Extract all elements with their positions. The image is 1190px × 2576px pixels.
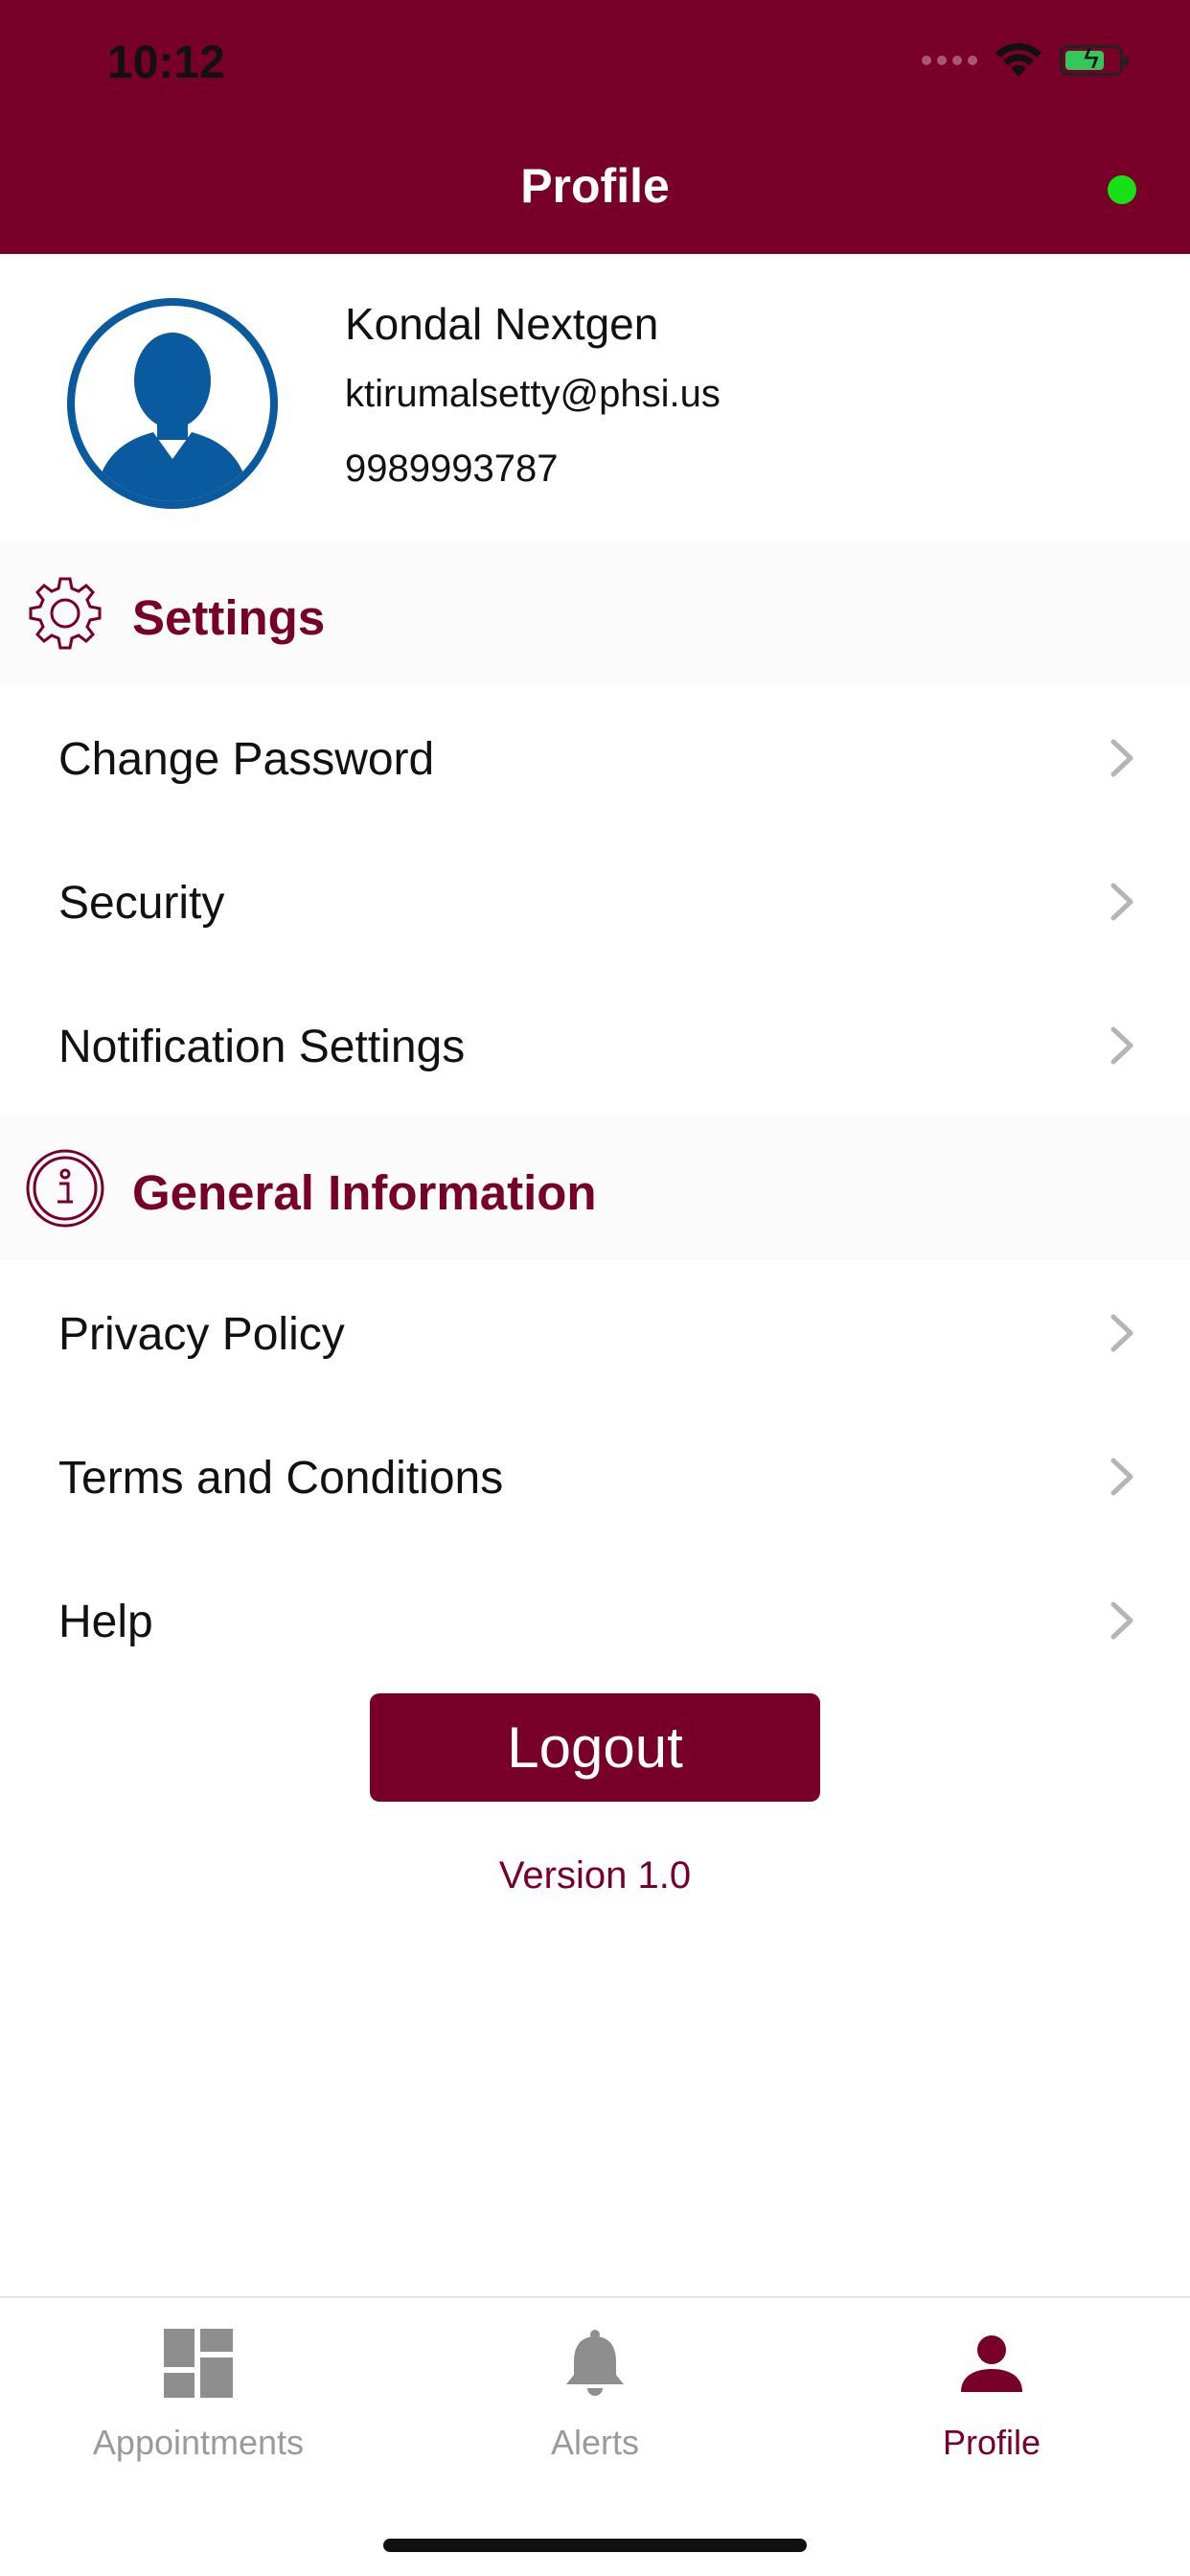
person-icon [961, 2335, 1022, 2392]
settings-section-header: Settings [0, 541, 1190, 685]
privacy-policy-row[interactable]: Privacy Policy [0, 1260, 1190, 1404]
chevron-right-icon [1110, 739, 1133, 777]
profile-screen: 10:12 ϟ Profile Kondal Nextgen ktirumals… [0, 0, 1190, 2576]
online-status-indicator [1108, 175, 1136, 204]
row-label: Change Password [58, 734, 435, 785]
chevron-right-icon [1110, 1458, 1133, 1496]
avatar [67, 298, 278, 509]
dashboard-icon [164, 2329, 233, 2398]
chevron-right-icon [1110, 1314, 1133, 1352]
change-password-row[interactable]: Change Password [0, 685, 1190, 829]
chevron-right-icon [1110, 883, 1133, 921]
version-label: Version 1.0 [498, 1854, 692, 1897]
help-row[interactable]: Help [0, 1548, 1190, 1691]
tab-label: Appointments [92, 2423, 305, 2462]
wifi-icon [995, 43, 1041, 77]
profile-details: Kondal Nextgen ktirumalsetty@phsi.us 998… [345, 302, 721, 488]
security-row[interactable]: Security [0, 829, 1190, 973]
chevron-right-icon [1110, 1026, 1133, 1065]
tab-bar: Appointments Alerts Profile [0, 2296, 1190, 2576]
gear-icon [29, 577, 102, 650]
general-information-section-header: General Information [0, 1116, 1190, 1260]
status-time: 10:12 [107, 37, 225, 88]
row-label: Terms and Conditions [58, 1453, 504, 1504]
row-label: Help [58, 1597, 153, 1647]
info-icon [26, 1149, 104, 1228]
profile-phone: 9989993787 [345, 448, 559, 490]
bell-icon [566, 2330, 624, 2396]
profile-name: Kondal Nextgen [345, 299, 659, 349]
settings-section-title: Settings [132, 590, 326, 645]
profile-email: ktirumalsetty@phsi.us [345, 373, 721, 415]
logout-button[interactable]: Logout [370, 1693, 820, 1802]
profile-card: Kondal Nextgen ktirumalsetty@phsi.us 998… [0, 254, 1190, 541]
tab-label: Alerts [550, 2423, 640, 2462]
battery-icon: ϟ [1060, 45, 1129, 76]
page-title: Profile [520, 159, 670, 213]
general-information-section-title: General Information [132, 1165, 597, 1220]
tab-appointments[interactable]: Appointments [0, 2298, 397, 2509]
tab-alerts[interactable]: Alerts [397, 2298, 793, 2509]
row-label: Notification Settings [58, 1022, 466, 1072]
row-label: Privacy Policy [58, 1309, 345, 1360]
row-label: Security [58, 878, 225, 929]
header: 10:12 ϟ Profile [0, 0, 1190, 254]
tab-profile[interactable]: Profile [793, 2298, 1190, 2509]
terms-and-conditions-row[interactable]: Terms and Conditions [0, 1404, 1190, 1548]
home-indicator[interactable] [383, 2539, 807, 2552]
cellular-signal-icon [922, 56, 977, 65]
notification-settings-row[interactable]: Notification Settings [0, 973, 1190, 1116]
tab-label: Profile [942, 2423, 1041, 2462]
status-icons: ϟ [922, 42, 1129, 79]
chevron-right-icon [1110, 1601, 1133, 1640]
